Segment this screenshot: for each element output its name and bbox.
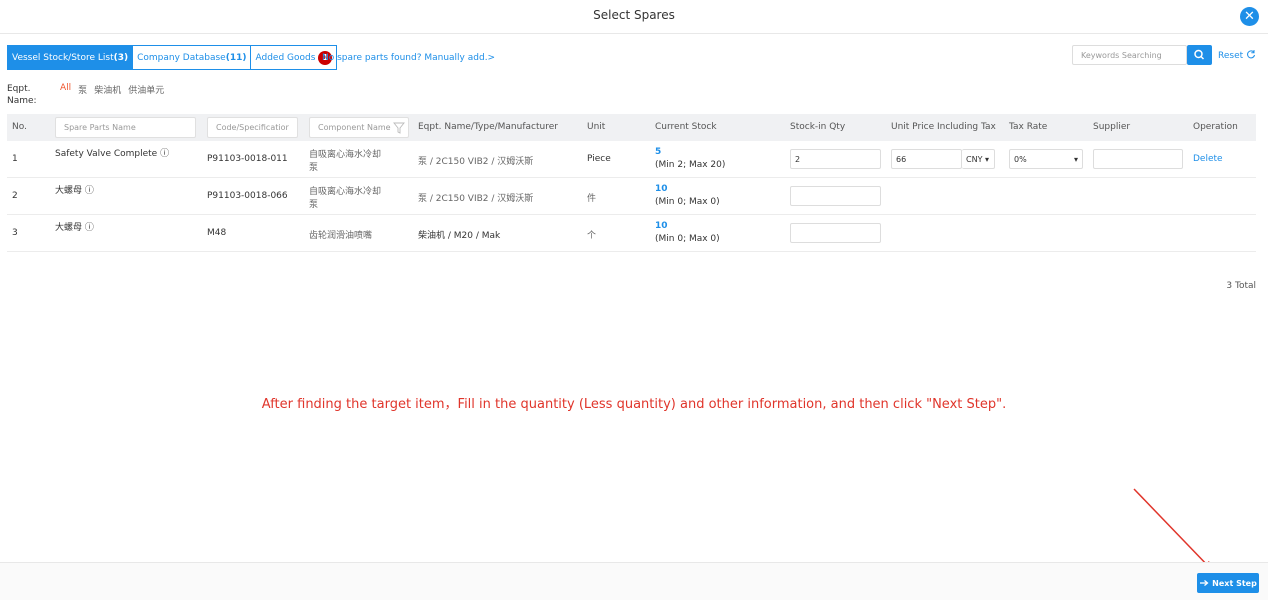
- next-step-button[interactable]: Next Step: [1197, 573, 1259, 593]
- arrow-right-icon: [1200, 580, 1209, 586]
- tax-rate-select[interactable]: 0% ▾: [1009, 149, 1083, 169]
- spare-name-filter-input[interactable]: Spare Parts Name: [55, 117, 196, 138]
- col-no: No.: [12, 122, 27, 132]
- eqpt-info: 泵 / 2C150 VIB2 / 汉姆沃斯: [418, 157, 534, 167]
- spare-code: M48: [207, 228, 227, 238]
- table-row: 3 大螺母 ⓘ M48 齿轮润滑油喷嘴 柴油机 / M20 / Mak 个 10…: [7, 215, 1256, 252]
- refresh-icon: [1247, 50, 1256, 59]
- spare-name[interactable]: Safety Valve Complete ⓘ: [55, 146, 169, 159]
- spare-code: P91103-0018-011: [207, 154, 288, 164]
- search-icon: [1194, 49, 1205, 60]
- current-stock: 10: [655, 221, 668, 231]
- row-no: 3: [12, 228, 18, 238]
- col-stock-in-qty: Stock-in Qty: [790, 122, 846, 132]
- filter-fuel-supply-unit[interactable]: 供油单元: [128, 83, 164, 96]
- eqpt-info: 柴油机 / M20 / Mak: [418, 231, 501, 241]
- stock-range: (Min 2; Max 20): [655, 160, 726, 170]
- supplier-input[interactable]: [1093, 149, 1183, 169]
- unit: 个: [587, 231, 597, 241]
- spares-table: No. Spare Parts Name Code/Specificatior …: [7, 114, 1256, 252]
- reset-button[interactable]: Reset: [1218, 49, 1256, 61]
- filter-icon: [393, 122, 405, 134]
- tab-vessel-stock[interactable]: Vessel Stock/Store List (3): [7, 45, 134, 70]
- filter-all[interactable]: All: [60, 83, 71, 96]
- table-row: 1 Safety Valve Complete ⓘ P91103-0018-01…: [7, 141, 1256, 178]
- delete-button[interactable]: Delete: [1193, 154, 1223, 164]
- stock-in-qty-input[interactable]: [790, 223, 881, 243]
- dialog-title: Select Spares: [593, 8, 675, 22]
- unit: 件: [587, 194, 597, 204]
- col-unit: Unit: [587, 122, 606, 132]
- spare-code: P91103-0018-066: [207, 191, 288, 201]
- eqpt-info: 泵 / 2C150 VIB2 / 汉姆沃斯: [418, 194, 534, 204]
- component-filter-input[interactable]: Component Name: [309, 117, 409, 138]
- table-header: No. Spare Parts Name Code/Specificatior …: [7, 114, 1256, 141]
- col-eqpt: Eqpt. Name/Type/Manufacturer: [418, 122, 558, 132]
- col-supplier: Supplier: [1093, 122, 1131, 132]
- col-unit-price: Unit Price Including Tax: [891, 122, 996, 132]
- eqpt-filter-label: Eqpt. Name:: [7, 84, 37, 106]
- keyword-search-input[interactable]: [1072, 45, 1187, 65]
- filter-diesel-engine[interactable]: 柴油机: [94, 83, 121, 96]
- spare-name[interactable]: 大螺母 ⓘ: [55, 183, 94, 196]
- stock-range: (Min 0; Max 0): [655, 234, 720, 244]
- current-stock: 5: [655, 147, 662, 157]
- tab-bar: Vessel Stock/Store List (3) Company Datab…: [7, 45, 338, 70]
- spare-name[interactable]: 大螺母 ⓘ: [55, 220, 94, 233]
- currency-select[interactable]: CNY ▾: [962, 149, 995, 169]
- code-filter-input[interactable]: Code/Specificatior: [207, 117, 298, 138]
- col-current-stock: Current Stock: [655, 122, 717, 132]
- manual-add-link[interactable]: No spare parts found? Manually add.>: [322, 53, 495, 63]
- annotation-arrow: [1133, 488, 1214, 573]
- stock-in-qty-input[interactable]: [790, 186, 881, 206]
- stock-in-qty-input[interactable]: 2: [790, 149, 881, 169]
- chevron-down-icon: ▾: [1073, 154, 1078, 164]
- component-name: 自吸离心海水冷却: [309, 150, 382, 160]
- close-icon[interactable]: ✕: [1240, 7, 1259, 26]
- component-name-line2: 泵: [309, 200, 319, 210]
- eqpt-filter-options: All 泵 柴油机 供油单元: [60, 83, 164, 96]
- dialog-header: Select Spares ✕: [0, 0, 1268, 34]
- col-operation: Operation: [1193, 122, 1238, 132]
- dialog-footer: [0, 562, 1268, 600]
- search-button[interactable]: [1187, 45, 1212, 65]
- current-stock: 10: [655, 184, 668, 194]
- col-tax-rate: Tax Rate: [1009, 122, 1048, 132]
- row-no: 2: [12, 191, 18, 201]
- filter-pump[interactable]: 泵: [78, 83, 87, 96]
- component-name: 齿轮润滑油喷嘴: [309, 231, 373, 241]
- instruction-notice: After finding the target item，Fill in th…: [261, 397, 1007, 412]
- tab-company-database[interactable]: Company Database (11): [133, 45, 252, 70]
- component-name: 自吸离心海水冷却: [309, 187, 382, 197]
- unit-price-input[interactable]: 66: [891, 149, 962, 169]
- stock-range: (Min 0; Max 0): [655, 197, 720, 207]
- total-count: 3 Total: [1226, 281, 1256, 291]
- unit: Piece: [587, 154, 611, 164]
- component-name-line2: 泵: [309, 163, 319, 173]
- table-row: 2 大螺母 ⓘ P91103-0018-066 自吸离心海水冷却 泵 泵 / 2…: [7, 178, 1256, 215]
- row-no: 1: [12, 154, 18, 164]
